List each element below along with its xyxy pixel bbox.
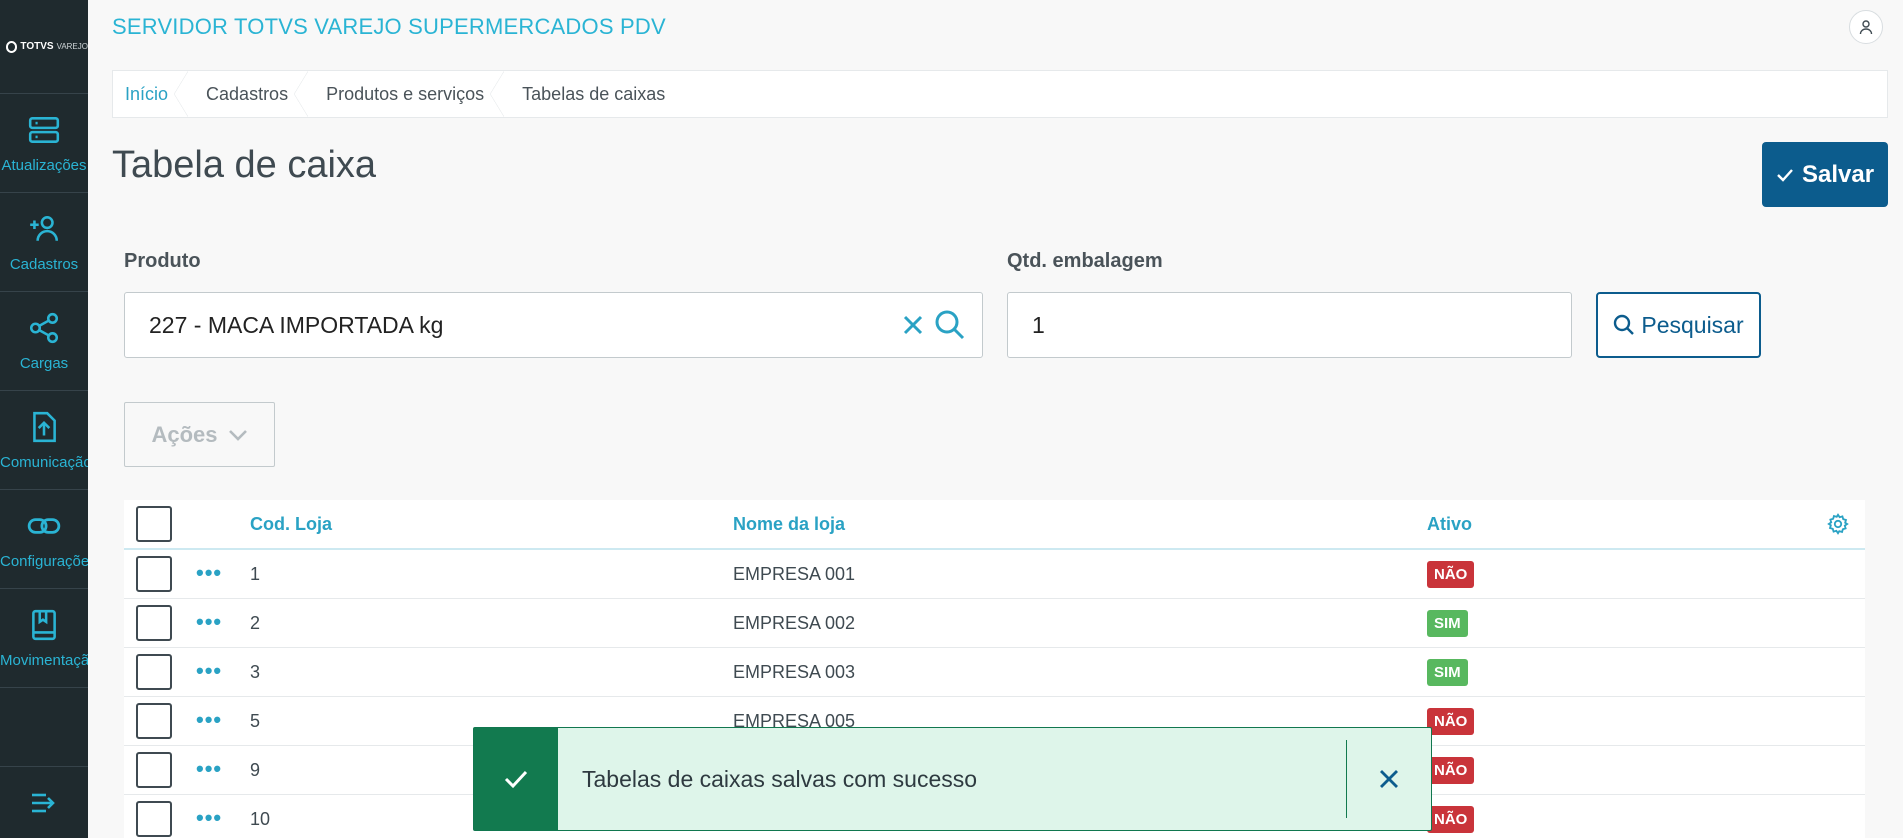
cell-cod: 3 [250, 661, 261, 682]
row-checkbox[interactable] [136, 752, 172, 788]
server-icon [28, 116, 60, 143]
select-all-checkbox[interactable] [136, 506, 172, 542]
cell-nome: EMPRESA 003 [733, 661, 856, 682]
sidebar-item-cadastros[interactable]: Cadastros [0, 193, 88, 292]
upload-file-icon [33, 411, 56, 442]
row-checkbox[interactable] [136, 556, 172, 592]
book-icon [32, 609, 56, 640]
status-badge: SIM [1427, 609, 1468, 637]
row-checkbox[interactable] [136, 801, 172, 837]
produto-value: 227 - MACA IMPORTADA kg [149, 311, 444, 338]
chevron-down-icon [228, 429, 247, 441]
search-icon [1614, 314, 1635, 335]
row-actions-icon[interactable]: ••• [196, 562, 222, 584]
acoes-dropdown[interactable]: Ações [124, 402, 275, 467]
table-row[interactable]: ••• 1 EMPRESA 001 NÃO [124, 550, 1865, 599]
toast-close-button[interactable] [1347, 728, 1431, 830]
user-avatar[interactable] [1849, 10, 1883, 44]
save-button[interactable]: Salvar [1762, 142, 1888, 207]
pesquisar-button[interactable]: Pesquisar [1596, 292, 1761, 358]
sidebar-item-label: Cargas [19, 354, 69, 372]
column-ativo[interactable]: Ativo [1427, 514, 1472, 535]
sidebar-collapse-toggle[interactable] [0, 766, 88, 838]
column-cod-loja[interactable]: Cod. Loja [250, 514, 332, 535]
row-actions-icon[interactable]: ••• [196, 807, 222, 829]
row-checkbox[interactable] [136, 605, 172, 641]
row-checkbox[interactable] [136, 703, 172, 739]
sidebar-item-comunicacao[interactable]: Comunicação [0, 391, 88, 490]
toast-message: Tabelas de caixas salvas com sucesso [582, 765, 978, 792]
brand-logo[interactable]: TOTVS VAREJO [0, 0, 88, 94]
row-checkbox[interactable] [136, 654, 172, 690]
row-actions-icon[interactable]: ••• [196, 709, 222, 731]
table-row[interactable]: ••• 2 EMPRESA 002 SIM [124, 599, 1865, 648]
qtd-embalagem-value: 1 [1032, 311, 1045, 338]
toast-icon-area [474, 728, 558, 830]
row-actions-icon[interactable]: ••• [196, 660, 222, 682]
sidebar: TOTVS VAREJO Atualizações Cadastros Carg… [0, 0, 88, 838]
link-icon [27, 517, 61, 534]
add-user-icon [30, 215, 59, 241]
sidebar-item-label: Cadastros [9, 255, 79, 273]
status-badge: NÃO [1427, 805, 1475, 833]
status-badge: SIM [1427, 658, 1468, 686]
brand-name: TOTVS [20, 41, 54, 52]
breadcrumb-cadastros[interactable]: Cadastros [186, 71, 309, 117]
page-title: Tabela de caixa [112, 144, 377, 186]
cell-cod: 1 [250, 563, 261, 584]
breadcrumb-inicio[interactable]: Início [113, 71, 189, 117]
sidebar-item-configuracoes[interactable]: Configurações [0, 490, 88, 589]
sidebar-item-label: Comunicação [0, 453, 88, 471]
sidebar-item-cargas[interactable]: Cargas [0, 292, 88, 391]
acoes-label: Ações [151, 421, 218, 447]
produto-field[interactable]: 227 - MACA IMPORTADA kg [124, 292, 983, 358]
sidebar-item-label: Movimentação [0, 651, 88, 669]
check-icon [504, 770, 528, 789]
qtd-embalagem-label: Qtd. embalagem [1007, 250, 1163, 272]
app-title: SERVIDOR TOTVS VAREJO SUPERMERCADOS PDV [112, 14, 666, 39]
search-icon[interactable] [934, 309, 966, 341]
share-icon [29, 312, 59, 343]
sidebar-item-atualizacoes[interactable]: Atualizações [0, 94, 88, 193]
sidebar-item-movimentacao[interactable]: Movimentação [0, 589, 88, 688]
table-row[interactable]: ••• 3 EMPRESA 003 SIM [124, 648, 1865, 697]
save-button-label: Salvar [1801, 160, 1875, 188]
brand-sub: VAREJO [56, 42, 88, 51]
cell-cod: 2 [250, 612, 261, 633]
cell-cod: 5 [250, 710, 261, 731]
table-header: Cod. Loja Nome da loja Ativo [124, 500, 1865, 550]
cell-nome: EMPRESA 002 [733, 612, 856, 633]
logo-circle-icon [6, 40, 18, 53]
row-actions-icon[interactable]: ••• [196, 758, 222, 780]
breadcrumb-tabelas-caixas: Tabelas de caixas [522, 83, 666, 104]
pesquisar-label: Pesquisar [1641, 311, 1744, 338]
status-badge: NÃO [1427, 560, 1475, 588]
breadcrumb-produtos-servicos[interactable]: Produtos e serviços [306, 71, 505, 117]
produto-label: Produto [124, 250, 201, 272]
qtd-embalagem-field[interactable]: 1 [1007, 292, 1572, 358]
user-icon [1859, 20, 1873, 35]
clear-icon[interactable] [902, 314, 924, 336]
status-badge: NÃO [1427, 707, 1475, 735]
check-icon [1777, 168, 1793, 182]
cell-nome: EMPRESA 001 [733, 563, 856, 584]
cell-cod: 9 [250, 759, 261, 780]
success-toast: Tabelas de caixas salvas com sucesso [473, 727, 1432, 831]
gear-icon[interactable] [1827, 513, 1849, 535]
row-actions-icon[interactable]: ••• [196, 611, 222, 633]
close-icon [1380, 770, 1398, 788]
sidebar-item-label: Atualizações [1, 156, 87, 174]
status-badge: NÃO [1427, 756, 1475, 784]
collapse-menu-icon [32, 793, 55, 812]
breadcrumb: Início Cadastros Produtos e serviços Tab… [112, 70, 1888, 118]
sidebar-item-label: Configurações [0, 552, 88, 570]
column-nome-loja[interactable]: Nome da loja [733, 514, 845, 535]
cell-cod: 10 [250, 808, 271, 829]
